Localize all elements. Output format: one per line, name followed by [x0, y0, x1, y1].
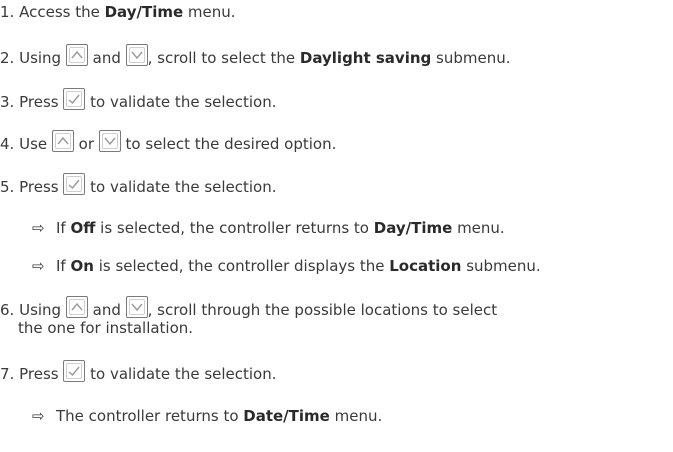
step-text: to validate the selection.	[85, 365, 277, 383]
step-5: 5. Press to validate the selection.	[0, 173, 277, 197]
submenu-name: Location	[389, 257, 462, 275]
step-text: , scroll to select the	[147, 49, 300, 67]
step-text: or	[73, 135, 99, 153]
step-number: 3.	[0, 93, 15, 111]
option-name: Off	[70, 219, 96, 237]
step-number: 5.	[0, 178, 15, 196]
up-arrow-button-icon	[65, 296, 88, 318]
menu-name: Date/Time	[243, 407, 330, 425]
result-text: menu.	[329, 407, 383, 425]
step-text: submenu.	[431, 49, 511, 67]
result-text: submenu.	[461, 257, 541, 275]
step-text: to validate the selection.	[85, 93, 277, 111]
step-7: 7. Press to validate the selection.	[0, 360, 277, 384]
option-name: On	[70, 257, 94, 275]
submenu-name: Daylight saving	[299, 49, 432, 67]
result-text: If	[56, 219, 71, 237]
up-arrow-button-icon	[51, 130, 74, 152]
step-text: Using	[19, 301, 66, 319]
result-text: The controller returns to	[56, 407, 244, 425]
result-text: menu.	[452, 219, 505, 237]
menu-name: Day/Time	[373, 219, 453, 237]
step-2: 2. Using and , scroll to select the Dayl…	[0, 44, 511, 68]
step-text: and	[87, 49, 126, 67]
step-number: 6.	[0, 301, 15, 319]
step-6-continuation: the one for installation.	[18, 318, 193, 338]
step-text: Use	[19, 135, 52, 153]
step-3: 3. Press to validate the selection.	[0, 88, 277, 112]
step-text: Using	[19, 49, 66, 67]
down-arrow-button-icon	[125, 296, 148, 318]
step-text: Press	[19, 178, 64, 196]
step-text: and	[87, 301, 126, 319]
step-number: 1.	[0, 3, 15, 21]
check-button-icon	[63, 173, 86, 195]
step-text: Press	[19, 93, 64, 111]
right-arrow-icon: ⇨	[32, 219, 45, 237]
step-text: Press	[19, 365, 64, 383]
step-text: Access the	[19, 3, 105, 21]
result-text: If	[56, 257, 71, 275]
up-arrow-button-icon	[65, 44, 88, 66]
right-arrow-icon: ⇨	[32, 407, 45, 425]
step-number: 7.	[0, 365, 15, 383]
step-text: , scroll through the possible locations …	[147, 301, 498, 319]
step-number: 4.	[0, 135, 15, 153]
check-button-icon	[63, 88, 86, 110]
step-number: 2.	[0, 49, 15, 67]
step-text: to select the desired option.	[120, 135, 337, 153]
check-button-icon	[63, 360, 86, 382]
down-arrow-button-icon	[125, 44, 148, 66]
step-text: menu.	[183, 3, 236, 21]
result-text: is selected, the controller returns to	[95, 219, 374, 237]
result-off: ⇨ If Off is selected, the controller retu…	[32, 218, 505, 238]
step-4: 4. Use or to select the desired option.	[0, 130, 336, 154]
step-6: 6. Using and , scroll through the possib…	[0, 296, 497, 320]
step-1: 1. Access the Day/Time menu.	[0, 2, 236, 22]
result-final: ⇨ The controller returns to Date/Time men…	[32, 406, 382, 426]
result-text: is selected, the controller displays the	[93, 257, 390, 275]
right-arrow-icon: ⇨	[32, 257, 45, 275]
result-on: ⇨ If On is selected, the controller displ…	[32, 256, 541, 276]
step-text: the one for installation.	[18, 319, 194, 337]
down-arrow-button-icon	[98, 130, 121, 152]
step-text: to validate the selection.	[85, 178, 277, 196]
menu-name: Day/Time	[104, 3, 184, 21]
